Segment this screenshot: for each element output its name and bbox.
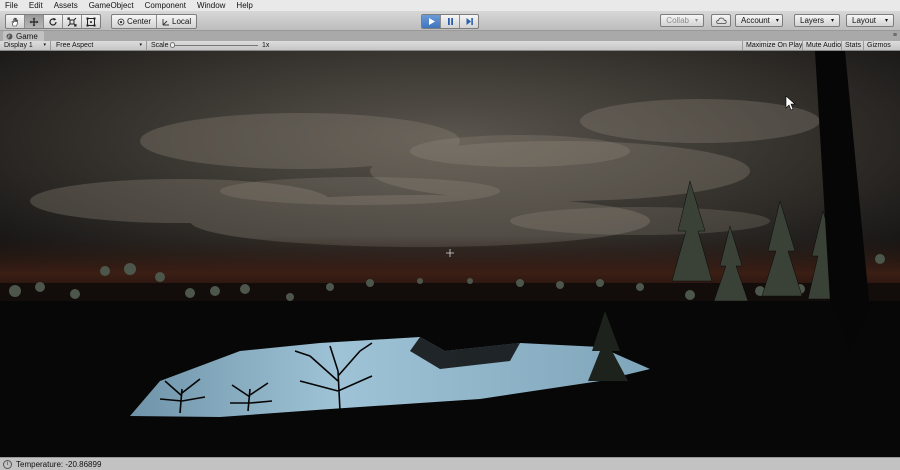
mute-audio-toggle[interactable]: Mute Audio [802, 41, 844, 50]
gizmos-dropdown[interactable]: Gizmos [863, 41, 894, 50]
transform-tools [5, 14, 101, 29]
hand-tool-button[interactable] [6, 15, 25, 28]
scale-slider-handle[interactable] [170, 42, 175, 48]
pause-icon [446, 17, 455, 26]
rotate-tool-icon [48, 17, 58, 27]
pause-button[interactable] [441, 15, 460, 28]
aspect-dropdown[interactable]: Free Aspect ▾ [52, 41, 147, 50]
tab-bar: Game ≡ [0, 31, 900, 41]
local-space-icon [162, 18, 170, 26]
info-icon: i [3, 460, 12, 469]
move-tool-icon [29, 17, 39, 27]
cloud-icon [716, 17, 727, 24]
menu-edit[interactable]: Edit [24, 0, 49, 11]
layout-dropdown[interactable]: Layout ▾ [846, 14, 894, 27]
step-button[interactable] [460, 15, 478, 28]
rect-tool-button[interactable] [82, 15, 100, 28]
menu-gameobject[interactable]: GameObject [84, 0, 140, 11]
pivot-local-button[interactable]: Local [157, 15, 196, 28]
scale-slider-track[interactable] [170, 45, 258, 46]
layers-chevron-down-icon: ▾ [831, 17, 834, 24]
pivot-center-button[interactable]: Center [112, 15, 157, 28]
maximize-on-play-toggle[interactable]: Maximize On Play [742, 41, 805, 50]
account-dropdown[interactable]: Account ▾ [735, 14, 783, 27]
pivot-local-label: Local [172, 17, 191, 26]
step-icon [465, 17, 474, 26]
scale-tool-icon [67, 17, 77, 27]
pivot-center-icon [117, 18, 125, 26]
rotate-tool-button[interactable] [44, 15, 63, 28]
aspect-label: Free Aspect [56, 41, 93, 50]
rect-tool-icon [86, 17, 96, 27]
pivot-toggles: Center Local [111, 14, 197, 29]
game-view-toolbar: Display 1 ▾ Free Aspect ▾ Scale 1x Maxim… [0, 41, 900, 51]
account-chevron-down-icon: ▾ [776, 17, 779, 24]
play-button[interactable] [422, 15, 441, 28]
collab-dropdown[interactable]: Collab ▾ [660, 14, 704, 27]
scale-label: Scale [151, 41, 169, 50]
status-bar: i Temperature: -20.86899 [0, 457, 900, 470]
tab-game[interactable]: Game [3, 31, 44, 41]
scale-tool-button[interactable] [63, 15, 82, 28]
collab-label: Collab [666, 16, 689, 25]
layout-label: Layout [852, 16, 876, 25]
main-toolbar: Center Local Collab ▾ Account ▾ Layers ▾… [0, 11, 900, 31]
scale-value: 1x [262, 41, 269, 50]
pivot-center-label: Center [127, 17, 151, 26]
layout-chevron-down-icon: ▾ [885, 17, 888, 24]
menu-component[interactable]: Component [140, 0, 192, 11]
tab-menu-icon[interactable]: ≡ [893, 31, 897, 41]
status-message: Temperature: -20.86899 [16, 460, 101, 469]
menu-bar: File Edit Assets GameObject Component Wi… [0, 0, 900, 11]
play-controls [421, 14, 479, 29]
menu-help[interactable]: Help [231, 0, 258, 11]
cloud-button[interactable] [711, 14, 731, 27]
display-chevron-down-icon: ▾ [43, 41, 46, 50]
layers-label: Layers [800, 16, 824, 25]
aspect-chevron-down-icon: ▾ [139, 41, 142, 50]
stats-toggle[interactable]: Stats [841, 41, 864, 50]
hand-tool-icon [10, 17, 20, 27]
tab-game-label: Game [16, 32, 38, 41]
game-viewport[interactable] [0, 51, 900, 457]
menu-file[interactable]: File [0, 0, 24, 11]
game-scene [0, 51, 900, 457]
account-label: Account [741, 16, 770, 25]
display-label: Display 1 [4, 41, 33, 50]
game-tab-icon [6, 33, 13, 40]
menu-assets[interactable]: Assets [49, 0, 84, 11]
menu-window[interactable]: Window [192, 0, 231, 11]
layers-dropdown[interactable]: Layers ▾ [794, 14, 840, 27]
collab-chevron-down-icon: ▾ [695, 17, 698, 24]
display-dropdown[interactable]: Display 1 ▾ [0, 41, 51, 50]
move-tool-button[interactable] [25, 15, 44, 28]
play-icon [427, 17, 436, 26]
